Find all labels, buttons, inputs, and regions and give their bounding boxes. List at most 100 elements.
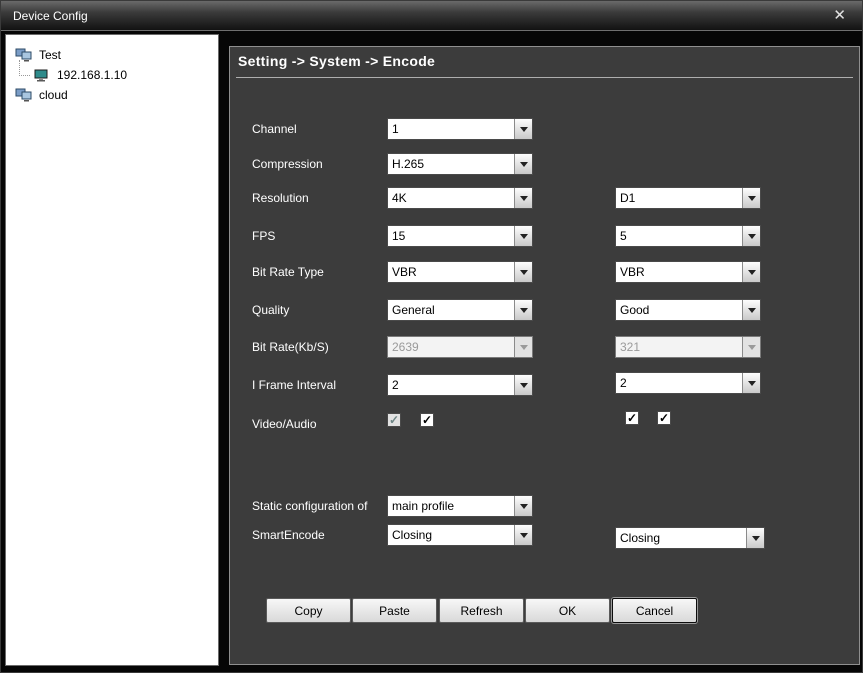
chevron-down-glyph <box>520 127 528 132</box>
quality-select-main[interactable]: General <box>387 299 533 321</box>
titlebar: Device Config ✕ <box>1 1 862 31</box>
quality-select-sub[interactable]: Good <box>615 299 761 321</box>
resolution-value-sub: D1 <box>616 188 742 208</box>
check-icon: ✓ <box>389 414 399 426</box>
refresh-button[interactable]: Refresh <box>439 598 524 623</box>
fps-value-main: 15 <box>388 226 514 246</box>
resolution-label: Resolution <box>252 191 309 205</box>
iframe-interval-value-main: 2 <box>388 375 514 395</box>
chevron-down-glyph <box>748 381 756 386</box>
resolution-select-main[interactable]: 4K <box>387 187 533 209</box>
fps-label: FPS <box>252 229 275 243</box>
bitrate-select-sub: 321 <box>615 336 761 358</box>
fps-select-sub[interactable]: 5 <box>615 225 761 247</box>
cancel-button[interactable]: Cancel <box>612 598 697 623</box>
chevron-down-icon[interactable] <box>514 119 532 139</box>
chevron-down-icon[interactable] <box>514 300 532 320</box>
compression-label: Compression <box>252 157 323 171</box>
copy-button[interactable]: Copy <box>266 598 351 623</box>
audio-checkbox-sub[interactable]: ✓ <box>657 411 671 425</box>
iframe-interval-select-sub[interactable]: 2 <box>615 372 761 394</box>
chevron-down-glyph <box>748 345 756 350</box>
iframe-interval-select-main[interactable]: 2 <box>387 374 533 396</box>
chevron-down-icon[interactable] <box>514 375 532 395</box>
smart-encode-label: SmartEncode <box>252 528 325 542</box>
tree-item-device-ip[interactable]: 192.168.1.10 <box>6 65 218 85</box>
video-checkbox-sub[interactable]: ✓ <box>625 411 639 425</box>
bitrate-label: Bit Rate(Kb/S) <box>252 340 329 354</box>
chevron-down-glyph <box>520 345 528 350</box>
chevron-down-glyph <box>748 234 756 239</box>
chevron-down-icon[interactable] <box>514 226 532 246</box>
device-tree: Test 192.168.1.10 cloud <box>5 34 219 666</box>
chevron-down-glyph <box>748 308 756 313</box>
check-icon: ✓ <box>627 412 637 424</box>
fps-select-main[interactable]: 15 <box>387 225 533 247</box>
chevron-down-glyph <box>520 383 528 388</box>
channel-value: 1 <box>388 119 514 139</box>
smart-encode-select-sub[interactable]: Closing <box>615 527 765 549</box>
fps-value-sub: 5 <box>616 226 742 246</box>
static-config-label: Static configuration of <box>252 499 367 513</box>
window-title: Device Config <box>13 9 88 23</box>
chevron-down-icon[interactable] <box>746 528 764 548</box>
tree-item-test[interactable]: Test <box>6 45 218 65</box>
breadcrumb: Setting -> System -> Encode <box>238 53 435 69</box>
tree-item-label: 192.168.1.10 <box>57 68 127 82</box>
iframe-interval-value-sub: 2 <box>616 373 742 393</box>
device-icon <box>32 69 52 82</box>
chevron-down-icon <box>514 337 532 357</box>
close-icon[interactable]: ✕ <box>829 8 850 23</box>
chevron-down-glyph <box>520 162 528 167</box>
video-audio-label: Video/Audio <box>252 417 317 431</box>
chevron-down-icon[interactable] <box>742 262 760 282</box>
encode-settings-panel: Setting -> System -> Encode Channel 1 Co… <box>229 46 860 665</box>
paste-button[interactable]: Paste <box>352 598 437 623</box>
static-profile-select[interactable]: main profile <box>387 495 533 517</box>
bitrate-type-value-main: VBR <box>388 262 514 282</box>
smart-encode-value-sub: Closing <box>616 528 746 548</box>
chevron-down-icon <box>742 337 760 357</box>
chevron-down-icon[interactable] <box>514 262 532 282</box>
bitrate-value-main: 2639 <box>388 337 514 357</box>
chevron-down-glyph <box>748 196 756 201</box>
smart-encode-select-main[interactable]: Closing <box>387 524 533 546</box>
chevron-down-icon[interactable] <box>514 525 532 545</box>
compression-select[interactable]: H.265 <box>387 153 533 175</box>
chevron-down-glyph <box>520 234 528 239</box>
chevron-down-icon[interactable] <box>514 154 532 174</box>
bitrate-type-select-main[interactable]: VBR <box>387 261 533 283</box>
chevron-down-glyph <box>520 196 528 201</box>
chevron-down-glyph <box>520 270 528 275</box>
channel-select[interactable]: 1 <box>387 118 533 140</box>
chevron-down-icon[interactable] <box>514 188 532 208</box>
quality-value-main: General <box>388 300 514 320</box>
chevron-down-icon[interactable] <box>742 300 760 320</box>
quality-label: Quality <box>252 303 289 317</box>
ok-button[interactable]: OK <box>525 598 610 623</box>
tree-item-cloud[interactable]: cloud <box>6 85 218 105</box>
chevron-down-glyph <box>520 504 528 509</box>
video-checkbox-main: ✓ <box>387 413 401 427</box>
chevron-down-glyph <box>520 533 528 538</box>
chevron-down-icon[interactable] <box>742 373 760 393</box>
bitrate-type-label: Bit Rate Type <box>252 265 324 279</box>
device-group-icon <box>14 88 34 102</box>
quality-value-sub: Good <box>616 300 742 320</box>
chevron-down-icon[interactable] <box>742 226 760 246</box>
audio-checkbox-main[interactable]: ✓ <box>420 413 434 427</box>
chevron-down-icon[interactable] <box>742 188 760 208</box>
chevron-down-glyph <box>748 270 756 275</box>
bitrate-type-select-sub[interactable]: VBR <box>615 261 761 283</box>
compression-value: H.265 <box>388 154 514 174</box>
iframe-interval-label: I Frame Interval <box>252 378 336 392</box>
device-config-window: Device Config ✕ Test 192.168.1.1 <box>0 0 863 673</box>
chevron-down-icon[interactable] <box>514 496 532 516</box>
chevron-down-glyph <box>752 536 760 541</box>
bitrate-value-sub: 321 <box>616 337 742 357</box>
resolution-value-main: 4K <box>388 188 514 208</box>
bitrate-select-main: 2639 <box>387 336 533 358</box>
resolution-select-sub[interactable]: D1 <box>615 187 761 209</box>
chevron-down-glyph <box>520 308 528 313</box>
static-profile-value: main profile <box>388 496 514 516</box>
